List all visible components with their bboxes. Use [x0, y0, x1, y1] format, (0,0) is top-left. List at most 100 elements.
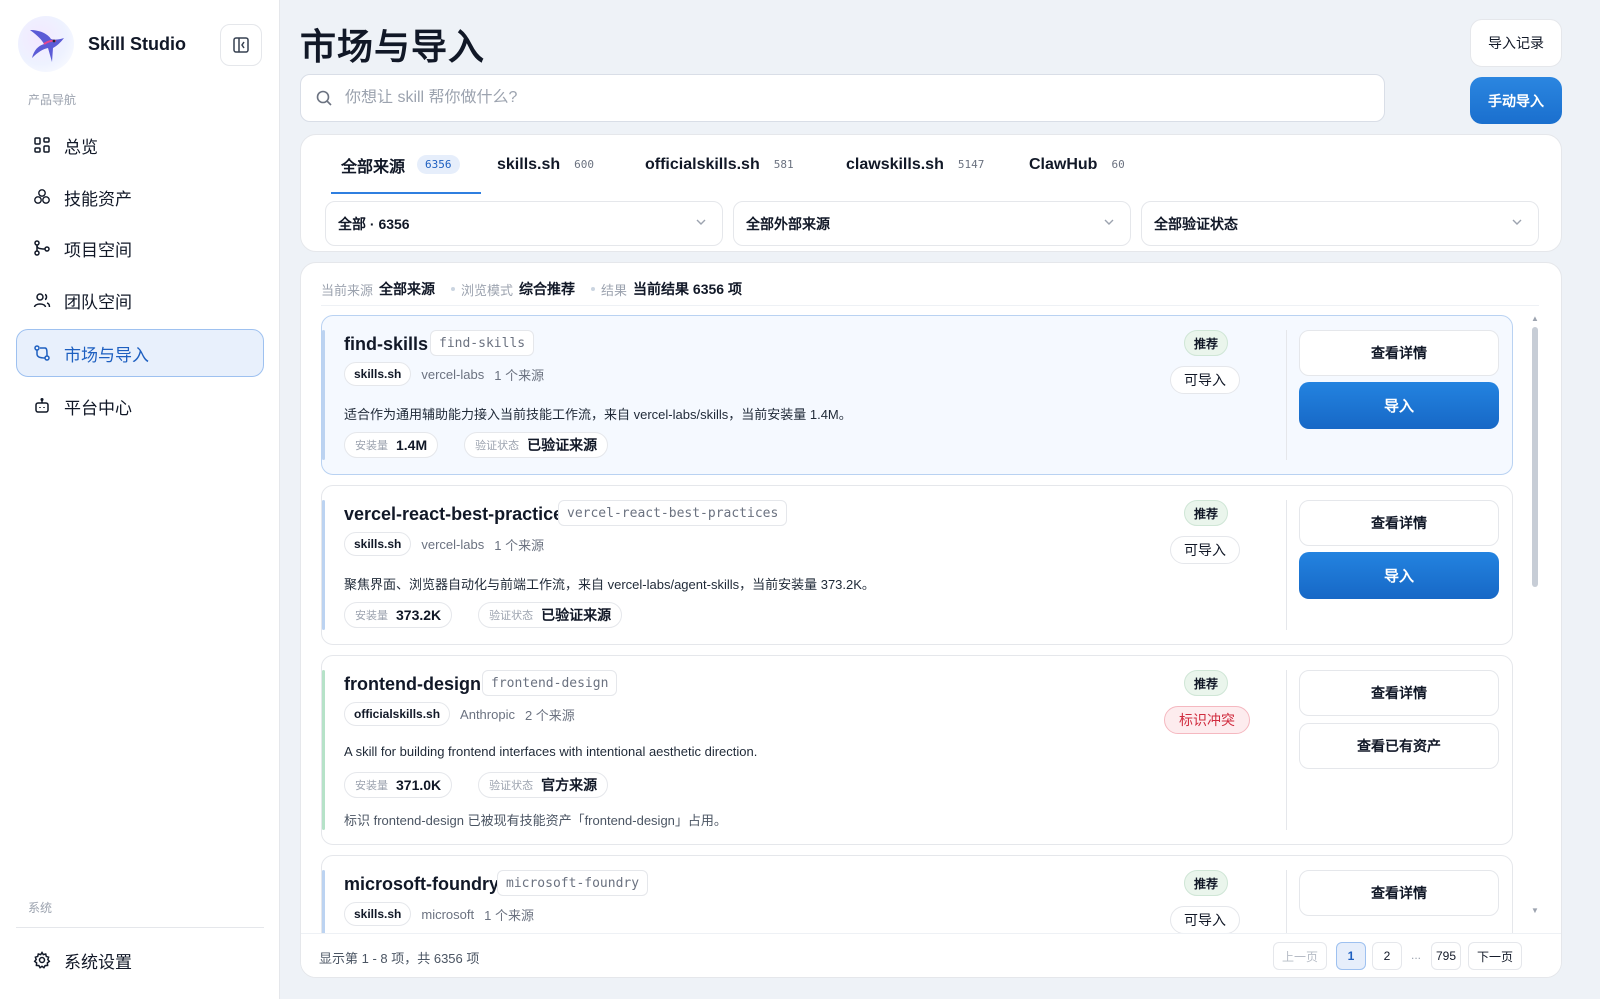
stat-value: 373.2K [396, 607, 442, 623]
stat-value: 371.0K [396, 777, 442, 793]
source-panel: 全部来源 6356 skills.sh 600 officialskills.s… [300, 134, 1562, 252]
verify-status-select[interactable]: 全部验证状态 [1141, 201, 1539, 246]
tab-label: officialskills.sh [645, 155, 760, 173]
sidebar-item-teams[interactable]: 团队空间 [16, 276, 264, 324]
next-page-button[interactable]: 下一页 [1468, 942, 1522, 970]
view-existing-asset-button[interactable]: 查看已有资产 [1299, 723, 1499, 769]
installs-chip: 安装量 1.4M [344, 432, 439, 458]
search-box[interactable] [300, 74, 1385, 122]
sidebar-item-label: 项目空间 [64, 240, 132, 260]
import-button[interactable]: 导入 [1299, 552, 1499, 599]
pagination-info: 显示第 1 - 8 项，共 6356 项 [319, 951, 480, 966]
stat-value: 已验证来源 [527, 437, 598, 453]
scroll-down-icon[interactable]: ▼ [1531, 907, 1539, 915]
skill-title[interactable]: microsoft-foundry [344, 874, 499, 895]
stat-value: 已验证来源 [541, 607, 612, 623]
source-count: 1 个来源 [494, 367, 545, 383]
chevron-down-icon [1104, 219, 1114, 225]
app-name: Skill Studio [88, 33, 187, 54]
view-detail-button[interactable]: 查看详情 [1299, 870, 1499, 916]
skill-title[interactable]: frontend-design [344, 674, 481, 695]
manual-import-button[interactable]: 手动导入 [1470, 77, 1562, 124]
external-source-select[interactable]: 全部外部来源 [733, 201, 1131, 246]
stat-label: 验证状态 [489, 780, 534, 792]
search-icon [316, 90, 332, 106]
view-detail-button[interactable]: 查看详情 [1299, 500, 1499, 546]
skill-title[interactable]: find-skills [344, 334, 428, 355]
source-count: 2 个来源 [524, 707, 575, 723]
recommend-badge: 推荐 [1184, 330, 1229, 356]
meta-value: 全部来源 [379, 281, 436, 297]
import-history-button[interactable]: 导入记录 [1470, 19, 1562, 67]
stat-label: 安装量 [355, 440, 388, 452]
skill-card[interactable]: frontend-design frontend-design official… [321, 655, 1513, 845]
meta-label: 浏览模式 [461, 282, 514, 298]
sidebar-item-label: 系统设置 [64, 952, 132, 972]
scrollbar-thumb[interactable] [1532, 327, 1538, 587]
stat-row: 安装量 373.2K 验证状态 已验证来源 [344, 602, 648, 628]
page-button-last[interactable]: 795 [1431, 942, 1461, 970]
sidebar-item-label: 平台中心 [64, 398, 132, 418]
view-detail-button[interactable]: 查看详情 [1299, 670, 1499, 716]
scroll-up-icon[interactable]: ▲ [1531, 315, 1539, 323]
chevron-down-icon [1512, 219, 1522, 225]
gear-icon [32, 950, 52, 970]
source-owner: vercel-labs [421, 536, 485, 552]
stat-label: 安装量 [355, 610, 388, 622]
collapse-sidebar-button[interactable] [220, 24, 262, 66]
stat-value: 官方来源 [541, 777, 598, 793]
pagination-bar: 显示第 1 - 8 项，共 6356 项 上一页 1 2 ... 795 下一页 [301, 933, 1561, 977]
stat-label: 验证状态 [489, 610, 534, 622]
recommend-badge: 推荐 [1184, 670, 1229, 696]
skill-slug: microsoft-foundry [497, 870, 649, 896]
skill-card[interactable]: find-skills find-skills skills.sh vercel… [321, 315, 1513, 475]
chevron-down-icon [696, 219, 706, 225]
tab-label: 全部来源 [341, 158, 406, 176]
sidebar-item-platform[interactable]: 平台中心 [16, 382, 264, 430]
source-chip: officialskills.sh [344, 702, 451, 726]
divider [1286, 500, 1287, 630]
sidebar-item-skill-assets[interactable]: 技能资产 [16, 173, 264, 221]
sidebar-item-market[interactable]: 市场与导入 [16, 329, 264, 377]
source-chip: skills.sh [344, 902, 412, 926]
branch-icon [32, 238, 52, 258]
tab-clawhub[interactable]: ClawHub 60 [1019, 135, 1135, 194]
prev-page-button[interactable]: 上一页 [1273, 942, 1327, 970]
sidebar-item-projects[interactable]: 项目空间 [16, 224, 264, 272]
search-input[interactable] [345, 89, 1345, 107]
sidebar-item-label: 总览 [64, 137, 98, 157]
divider [16, 927, 264, 928]
sidebar-item-overview[interactable]: 总览 [16, 121, 264, 169]
page-button-1[interactable]: 1 [1336, 942, 1366, 970]
pagination-ellipsis: ... [1411, 948, 1422, 962]
sidebar-item-label: 市场与导入 [64, 345, 149, 365]
page-button-2[interactable]: 2 [1372, 942, 1402, 970]
count-filter-select[interactable]: 全部 · 6356 [325, 201, 723, 246]
stat-label: 安装量 [355, 780, 388, 792]
stat-value: 1.4M [396, 437, 428, 453]
skill-title[interactable]: vercel-react-best-practices [344, 504, 573, 525]
sidebar-item-settings[interactable]: 系统设置 [16, 936, 264, 984]
tab-officialskills-sh[interactable]: officialskills.sh 581 [635, 135, 804, 194]
skill-slug: frontend-design [482, 670, 618, 696]
tab-skills-sh[interactable]: skills.sh 600 [487, 135, 604, 194]
source-chip: skills.sh [344, 362, 412, 386]
source-count: 1 个来源 [494, 537, 545, 553]
tab-clawskills-sh[interactable]: clawskills.sh 5147 [836, 135, 994, 194]
users-icon [32, 290, 52, 310]
import-button[interactable]: 导入 [1299, 382, 1499, 429]
stat-row: 安装量 1.4M 验证状态 已验证来源 [344, 432, 634, 458]
meta-label: 当前来源 [321, 282, 374, 298]
divider [1286, 670, 1287, 830]
view-detail-button[interactable]: 查看详情 [1299, 330, 1499, 376]
verify-chip: 验证状态 已验证来源 [464, 432, 609, 458]
source-chip: skills.sh [344, 532, 412, 556]
sidebar-collapse-icon [233, 37, 249, 53]
recommend-badge: 推荐 [1184, 870, 1229, 896]
tab-all-sources[interactable]: 全部来源 6356 [331, 135, 481, 194]
stat-row: 安装量 371.0K 验证状态 官方来源 [344, 772, 634, 798]
skill-card[interactable]: vercel-react-best-practices vercel-react… [321, 485, 1513, 645]
scrollbar[interactable]: ▲ ▼ [1531, 315, 1539, 915]
select-value: 全部验证状态 [1154, 215, 1238, 232]
tab-count: 60 [1111, 158, 1125, 171]
